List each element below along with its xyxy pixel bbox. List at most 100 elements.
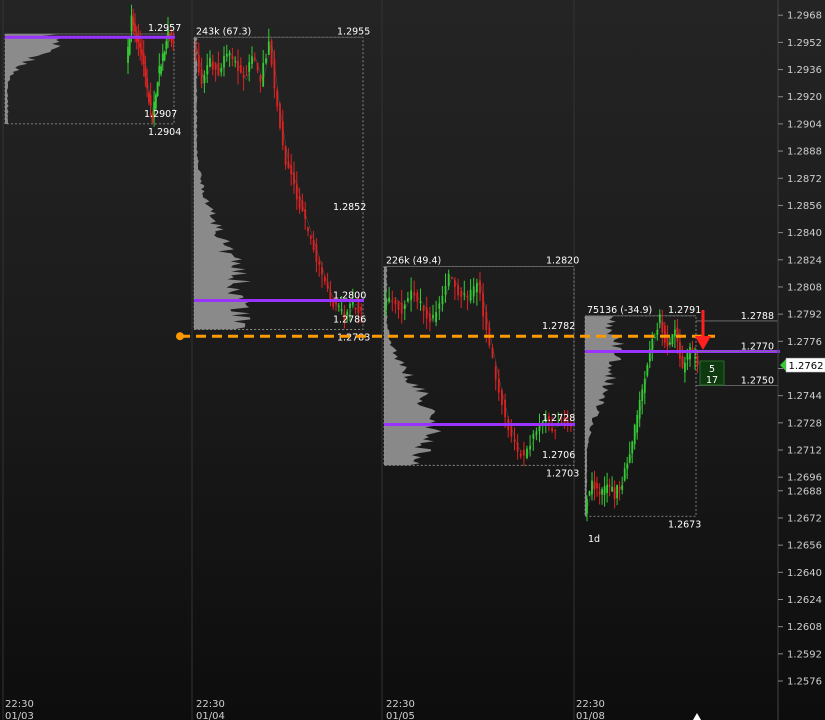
y-tick-label: 1.2872 <box>787 174 822 185</box>
candle-body <box>618 487 621 490</box>
candle-body <box>460 290 463 297</box>
x-tick-date: 01/03 <box>5 711 34 720</box>
order-box-bottom: 17 <box>706 375 718 386</box>
candle-body <box>290 165 293 175</box>
candle-body <box>435 311 437 323</box>
candle-body <box>684 362 686 373</box>
candle-body <box>450 277 453 279</box>
candle-body <box>400 302 403 314</box>
candle-body <box>284 145 287 165</box>
candle-body <box>132 17 135 26</box>
candle-body <box>394 300 397 305</box>
candle-body <box>217 62 220 76</box>
candle-body <box>611 487 613 492</box>
candle-body <box>214 63 217 70</box>
volume-profile <box>5 33 62 124</box>
session-price-label: 1.2783 <box>337 332 370 343</box>
candle-body <box>144 65 147 77</box>
candle-body <box>163 52 166 60</box>
session-volume-label: 243k (67.3) <box>196 26 251 37</box>
candle-body <box>608 485 611 487</box>
candle-body <box>504 400 506 418</box>
candle-body <box>298 196 301 209</box>
candle-body <box>259 75 262 82</box>
candle-body <box>161 53 164 61</box>
candle-body <box>588 491 591 496</box>
candle-body <box>323 277 326 282</box>
reference-anchor-handle[interactable] <box>176 332 184 341</box>
candle-body <box>638 400 641 419</box>
candle-body <box>155 95 157 109</box>
candle-body <box>158 66 161 74</box>
y-tick-label: 1.2672 <box>787 513 822 524</box>
candle-body <box>671 334 674 344</box>
candle-body <box>591 480 593 495</box>
y-tick-label: 1.2808 <box>787 282 822 293</box>
candle-body <box>273 59 276 89</box>
candle-body <box>134 23 136 32</box>
candle-body <box>141 49 143 55</box>
candle-body <box>494 366 497 380</box>
candle-body <box>669 342 671 345</box>
candle-body <box>397 300 400 310</box>
candle-body <box>538 426 541 432</box>
candle-body <box>267 41 270 55</box>
candle-body <box>146 77 148 89</box>
candle-body <box>301 200 304 212</box>
candle-body <box>156 82 159 96</box>
candle-body <box>491 347 494 358</box>
candle-body <box>425 307 428 319</box>
candle-body <box>497 378 500 393</box>
candle-body <box>621 485 624 490</box>
right-level-label: 1.2750 <box>741 375 774 386</box>
timeframe-label: 1d <box>588 534 600 545</box>
candle-body <box>422 306 425 311</box>
session-price-label: 1.2800 <box>333 291 366 302</box>
candle-body <box>472 286 475 297</box>
candle-body <box>149 95 152 105</box>
y-tick-label: 1.2776 <box>787 337 822 348</box>
candle-body <box>646 365 649 376</box>
candle-body <box>315 244 318 262</box>
candle-body <box>223 55 225 68</box>
candle-body <box>674 329 676 337</box>
candle-body <box>694 357 696 359</box>
candle-body <box>231 55 234 59</box>
session-volume-label: 75136 (-34.9) <box>587 305 652 316</box>
candle-body <box>656 329 659 335</box>
candle-body <box>321 266 323 275</box>
candle-body <box>432 314 434 319</box>
candle-body <box>245 74 248 76</box>
candle-body <box>220 68 223 73</box>
candle-body <box>130 15 133 32</box>
y-tick-label: 1.2576 <box>787 677 822 688</box>
session-price-label: 1.2904 <box>148 127 181 138</box>
session-price-label: 1.2852 <box>333 202 366 213</box>
y-tick-label: 1.2952 <box>787 38 822 49</box>
candle-body <box>270 40 273 65</box>
candle-body <box>237 61 239 71</box>
candle-body <box>200 69 203 84</box>
candle-body <box>482 293 484 317</box>
candle-body <box>631 441 634 454</box>
y-tick-label: 1.2656 <box>787 541 822 552</box>
x-tick-time: 22:30 <box>386 699 415 710</box>
candle-body <box>661 322 664 333</box>
x-tick-date: 01/08 <box>576 711 605 720</box>
candle-body <box>128 38 131 55</box>
session-price-label: 1.2673 <box>668 519 701 530</box>
candle-body <box>265 58 267 63</box>
y-tick-label: 1.2856 <box>787 201 822 212</box>
session-volume-label: 226k (49.4) <box>386 256 441 267</box>
candle-body <box>444 286 447 295</box>
y-tick-label: 1.2888 <box>787 147 822 158</box>
candle-body <box>148 92 150 103</box>
session-price-label: 1.2728 <box>542 413 575 424</box>
candle-body <box>696 355 699 366</box>
y-tick-label: 1.2624 <box>787 595 822 606</box>
chart-canvas[interactable]: 1.2957 1.2907 1.2904 243k (67.3) 1.2955 1.285… <box>0 0 825 720</box>
market-profile-chart[interactable]: 1.2957 1.2907 1.2904 243k (67.3) 1.2955 1.285… <box>0 0 825 720</box>
session-price-label: 1.2907 <box>144 109 177 120</box>
candle-body <box>551 427 553 431</box>
candle-body <box>601 489 603 495</box>
